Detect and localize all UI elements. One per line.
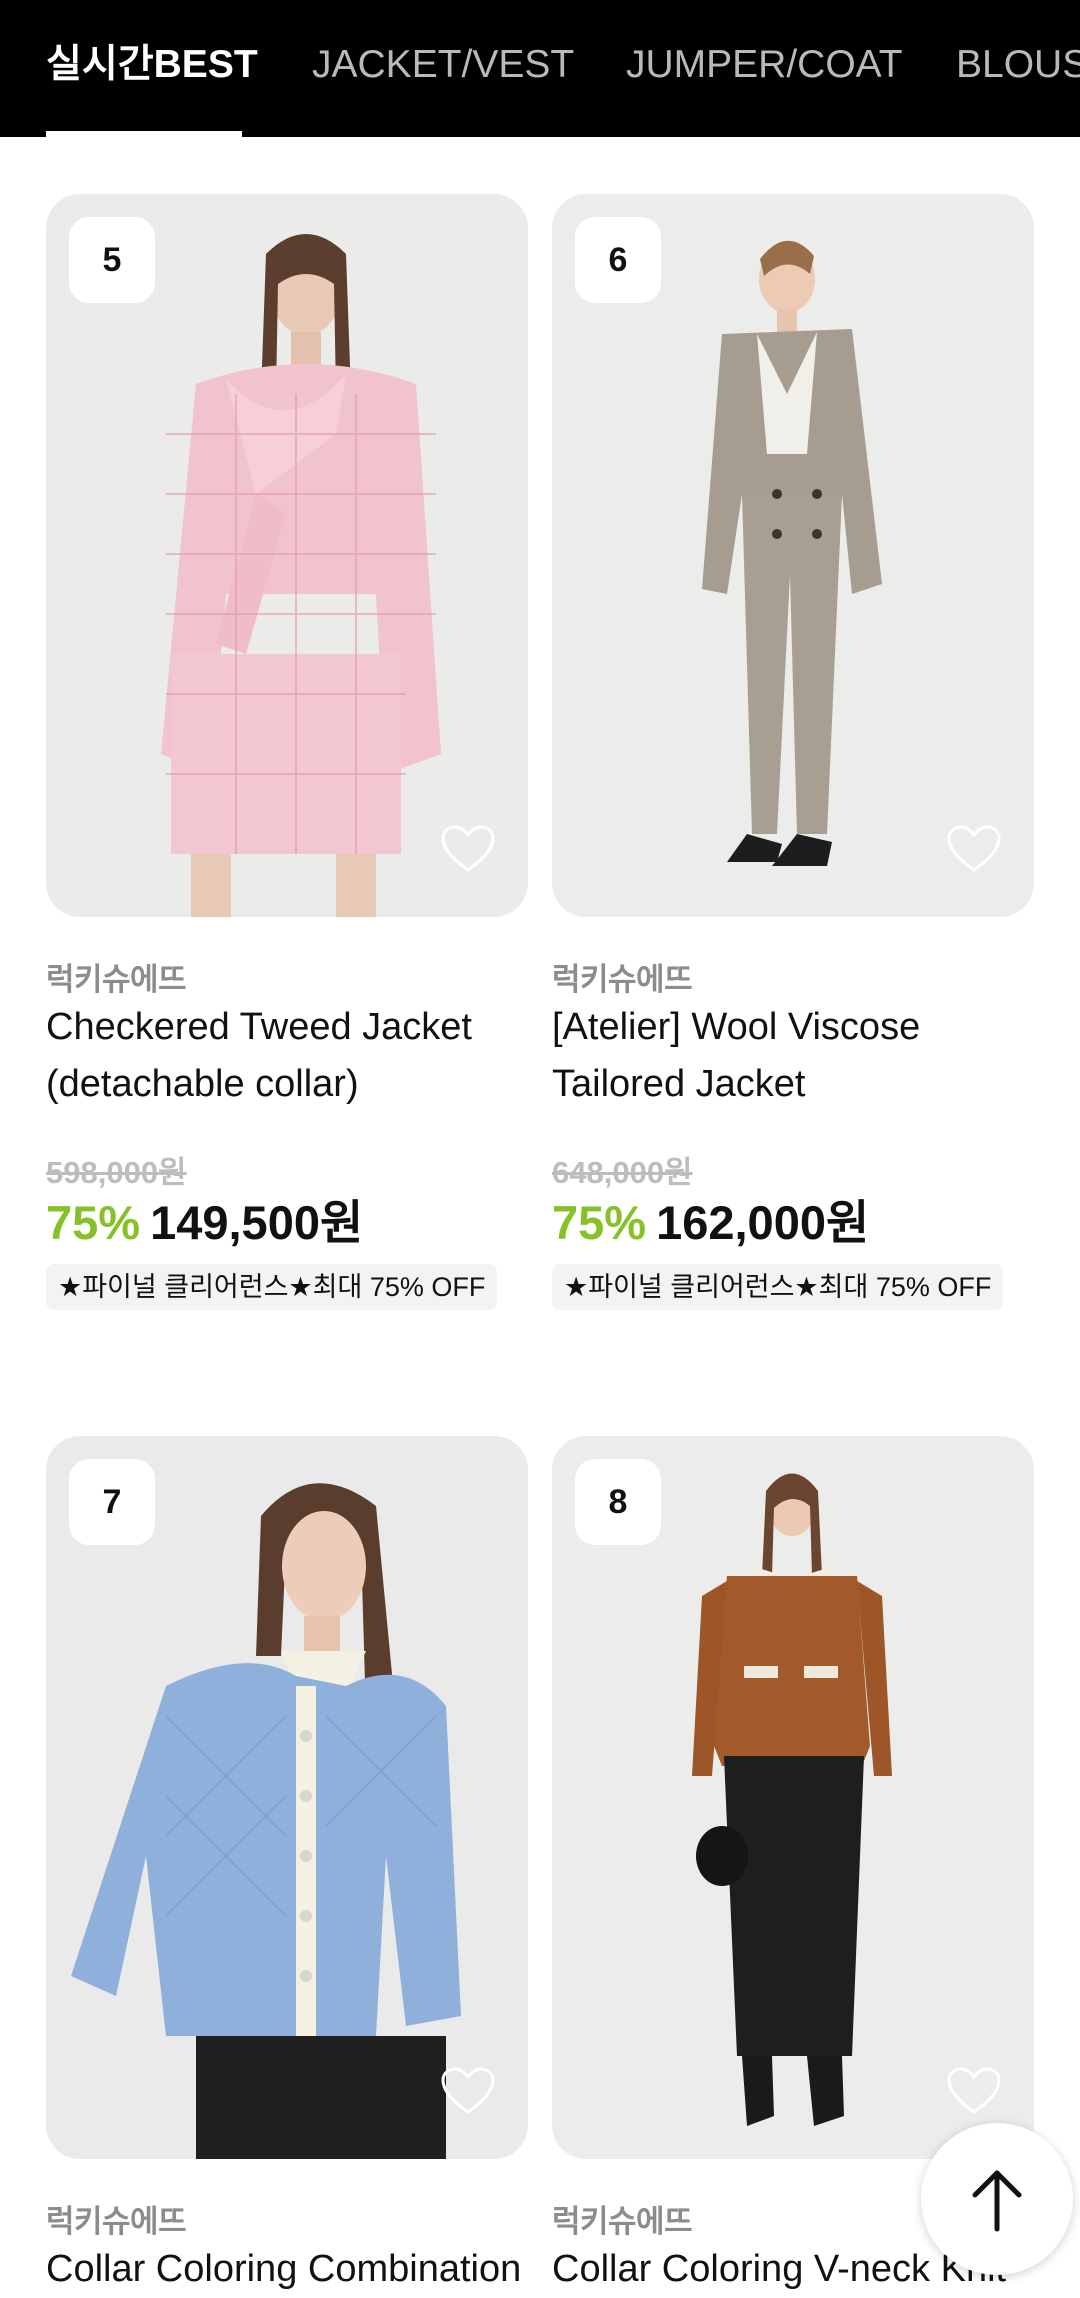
tab-jumper-coat[interactable]: JUMPER/COAT bbox=[626, 40, 903, 90]
sale-price: 149,500원 bbox=[150, 1196, 364, 1249]
heart-outline-icon[interactable] bbox=[946, 2066, 1002, 2116]
discount-rate: 75% bbox=[552, 1196, 647, 1249]
active-tab-indicator bbox=[46, 131, 242, 137]
price-row: 75% 149,500원 bbox=[46, 1184, 363, 1253]
brand-name: 럭키슈에뜨 bbox=[46, 962, 187, 997]
product-image[interactable]: 5 bbox=[46, 194, 528, 917]
rank-badge: 5 bbox=[69, 217, 155, 303]
product-image[interactable]: 6 bbox=[552, 194, 1034, 917]
sale-price: 162,000원 bbox=[656, 1196, 870, 1249]
tab-jacket-vest[interactable]: JACKET/VEST bbox=[312, 40, 574, 90]
discount-rate: 75% bbox=[46, 1196, 141, 1249]
price-row: 75% 162,000원 bbox=[552, 1184, 869, 1253]
heart-outline-icon[interactable] bbox=[440, 2066, 496, 2116]
heart-outline-icon[interactable] bbox=[946, 824, 1002, 874]
brand-name: 럭키슈에뜨 bbox=[552, 962, 693, 997]
brand-name: 럭키슈에뜨 bbox=[46, 2204, 187, 2239]
heart-outline-icon[interactable] bbox=[440, 824, 496, 874]
product-image[interactable]: 8 bbox=[552, 1436, 1034, 2159]
promo-badge: ★파이널 클리어런스★최대 75% OFF bbox=[552, 1264, 1004, 1310]
product-name[interactable]: [Atelier] Wool Viscose Tailored Jacket bbox=[552, 999, 1034, 1113]
rank-badge: 6 bbox=[575, 217, 661, 303]
scroll-to-top-button[interactable] bbox=[921, 2123, 1073, 2275]
category-tab-bar: 실시간BEST JACKET/VEST JUMPER/COAT BLOUS bbox=[0, 0, 1080, 137]
rank-badge: 8 bbox=[575, 1459, 661, 1545]
product-image[interactable]: 7 bbox=[46, 1436, 528, 2159]
rank-badge: 7 bbox=[69, 1459, 155, 1545]
brand-name: 럭키슈에뜨 bbox=[552, 2204, 693, 2239]
product-name[interactable]: Collar Coloring Combination bbox=[46, 2241, 528, 2298]
tab-blouse[interactable]: BLOUS bbox=[956, 40, 1080, 90]
promo-badge: ★파이널 클리어런스★최대 75% OFF bbox=[46, 1264, 498, 1310]
tab-realtime-best[interactable]: 실시간BEST bbox=[46, 40, 258, 90]
arrow-up-icon bbox=[972, 2170, 1022, 2232]
product-name[interactable]: Checkered Tweed Jacket (detachable colla… bbox=[46, 999, 528, 1113]
